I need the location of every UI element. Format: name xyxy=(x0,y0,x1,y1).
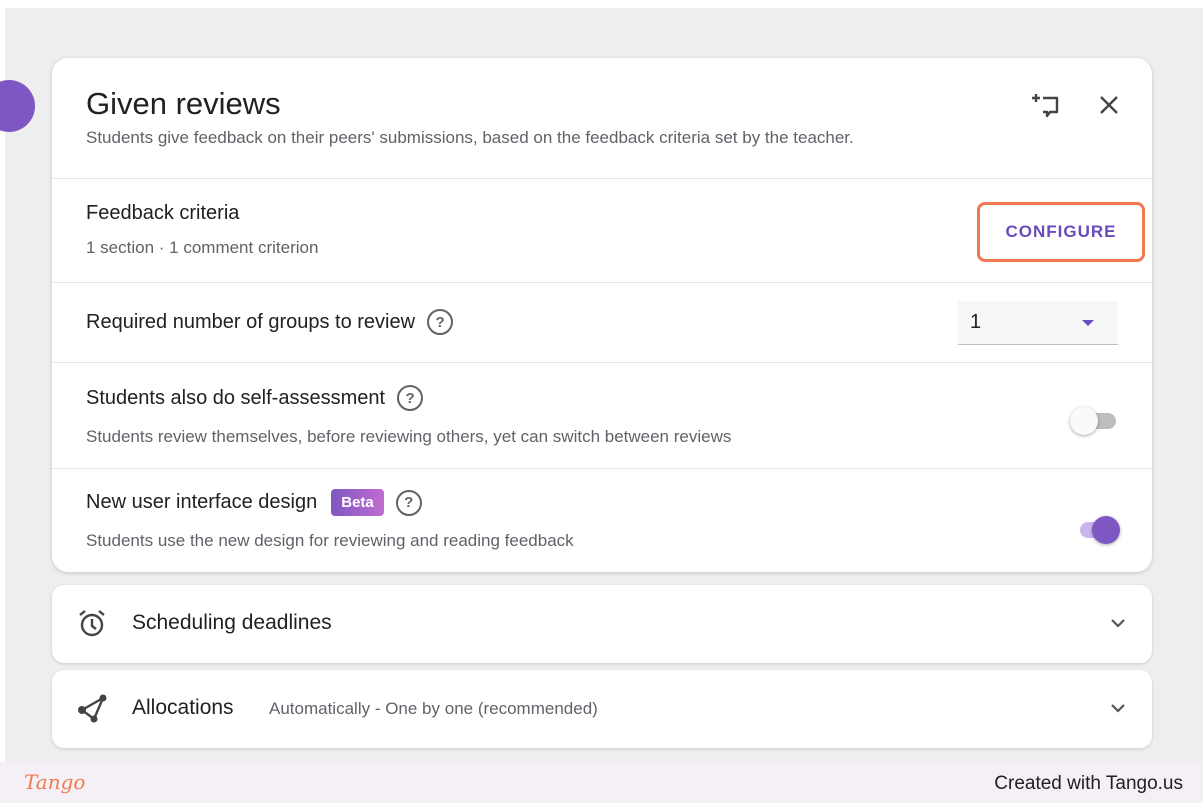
beta-badge: Beta xyxy=(331,489,384,516)
page-background: Given reviews Students give feedback on … xyxy=(0,8,1203,803)
help-icon[interactable]: ? xyxy=(395,489,422,516)
card-header: Given reviews Students give feedback on … xyxy=(52,58,1152,179)
self-assessment-title: Students also do self-assessment xyxy=(86,386,386,409)
allocations-panel[interactable]: Allocations Automatically - One by one (… xyxy=(52,670,1152,748)
page-subtitle: Students give feedback on their peers' s… xyxy=(86,128,854,147)
chevron-down-icon xyxy=(1108,613,1128,633)
tango-logo: Tango xyxy=(24,770,86,794)
scheduling-deadlines-panel[interactable]: Scheduling deadlines xyxy=(52,585,1152,663)
scheduling-deadlines-title: Scheduling deadlines xyxy=(132,611,332,634)
allocation-icon xyxy=(76,692,108,724)
required-groups-select[interactable]: 1 xyxy=(958,301,1118,345)
tango-footer: Tango Created with Tango.us xyxy=(0,762,1203,803)
page-title: Given reviews xyxy=(86,86,281,121)
toggle-thumb xyxy=(1070,407,1098,435)
required-groups-value: 1 xyxy=(970,311,982,333)
required-groups-label: Required number of groups to review xyxy=(86,310,416,333)
dropdown-arrow-icon xyxy=(1082,319,1094,326)
given-reviews-card: Given reviews Students give feedback on … xyxy=(52,58,1152,572)
new-ui-toggle[interactable] xyxy=(1070,515,1120,545)
self-assessment-title-wrap: Students also do self-assessment ? xyxy=(86,385,424,411)
required-groups-label-wrap: Required number of groups to review ? xyxy=(86,309,454,335)
help-icon[interactable]: ? xyxy=(427,309,454,335)
toggle-thumb xyxy=(1092,516,1120,544)
self-assessment-row: Students also do self-assessment ? Stude… xyxy=(52,363,1152,469)
new-ui-title: New user interface design xyxy=(86,491,318,513)
feedback-criteria-summary: 1 section · 1 comment criterion xyxy=(86,238,319,257)
self-assessment-toggle[interactable] xyxy=(1070,406,1120,436)
created-with-credit: Created with Tango.us xyxy=(994,773,1183,794)
help-icon[interactable]: ? xyxy=(397,385,424,411)
new-ui-description: Students use the new design for reviewin… xyxy=(86,531,574,550)
close-icon[interactable] xyxy=(1092,88,1126,122)
add-to-collection-icon[interactable] xyxy=(1029,88,1063,122)
configure-button[interactable]: CONFIGURE xyxy=(977,202,1145,262)
feedback-criteria-row: Feedback criteria 1 section · 1 comment … xyxy=(52,178,1152,283)
self-assessment-description: Students review themselves, before revie… xyxy=(86,427,732,446)
allocations-subtitle: Automatically - One by one (recommended) xyxy=(269,699,598,718)
allocations-title: Allocations xyxy=(132,696,234,719)
chevron-down-icon xyxy=(1108,698,1128,718)
new-ui-row: New user interface design Beta ? Student… xyxy=(52,469,1152,572)
step-indicator xyxy=(0,80,35,132)
alarm-clock-icon xyxy=(76,607,108,639)
required-groups-row: Required number of groups to review ? 1 xyxy=(52,283,1152,363)
feedback-criteria-title: Feedback criteria xyxy=(86,202,240,224)
new-ui-title-wrap: New user interface design Beta ? xyxy=(86,489,422,516)
